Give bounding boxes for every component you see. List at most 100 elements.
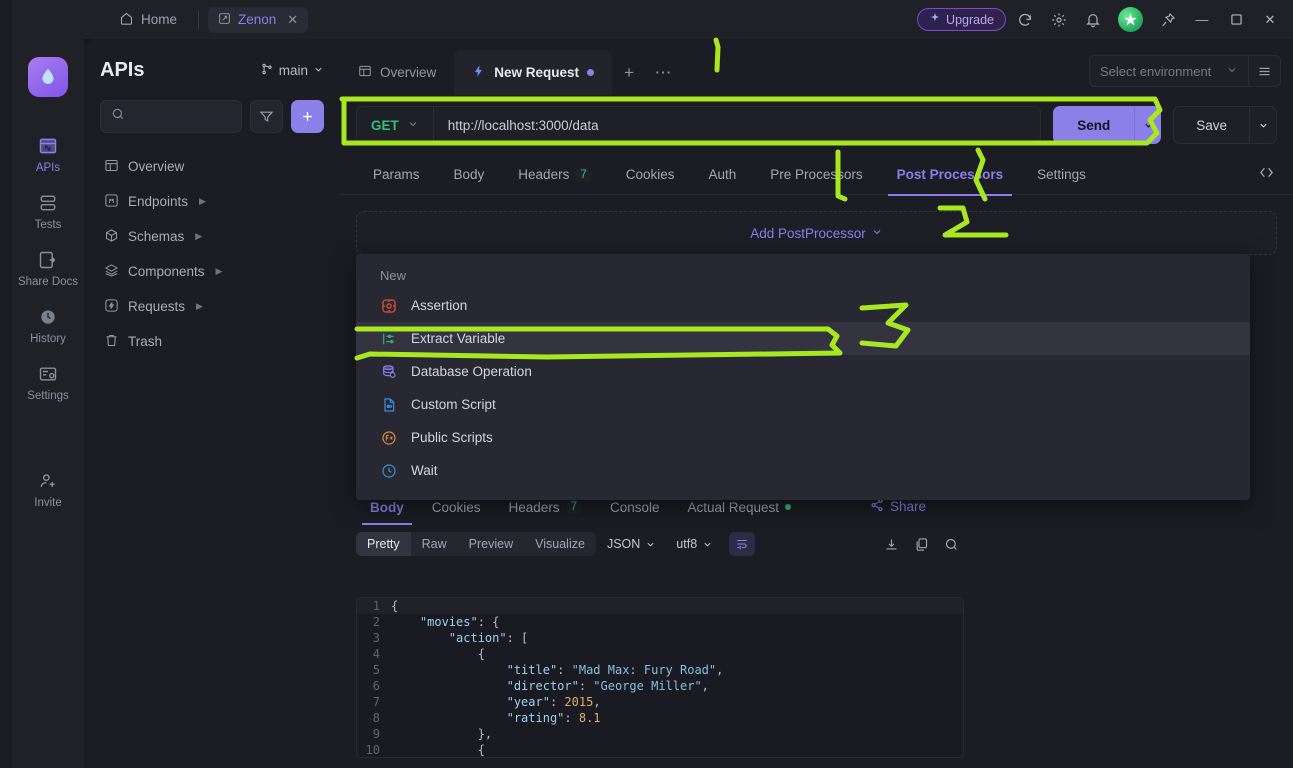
add-api-button[interactable] [291, 100, 324, 133]
window-minimize-button[interactable]: — [1187, 5, 1217, 35]
search-icon[interactable] [938, 531, 964, 557]
postprocessor-option-label: Database Operation [411, 364, 532, 379]
save-options-button[interactable] [1250, 106, 1277, 144]
layout-icon [358, 64, 372, 81]
explorer-item-requests[interactable]: Requests ▶ [100, 289, 324, 324]
title-bar-tabs: Home Zenon ✕ [107, 0, 309, 39]
format-mode-visualize[interactable]: Visualize [524, 532, 596, 556]
avatar[interactable] [1118, 7, 1143, 32]
explorer-item-trash[interactable]: Trash [100, 324, 324, 359]
word-wrap-button[interactable] [729, 532, 756, 556]
explorer-toolbar [100, 100, 324, 133]
line-number: 9 [372, 727, 380, 741]
response-tab-label: Body [370, 499, 404, 515]
code-icon[interactable] [1258, 164, 1275, 186]
title-bar: Home Zenon ✕ Upgrade — ✕ [12, 0, 1293, 39]
tab-overflow-button[interactable]: ⋯ [646, 50, 680, 95]
postprocessor-option-assertion[interactable]: Assertion [356, 289, 1250, 322]
rail-item-apis[interactable]: APIs [16, 127, 80, 184]
environment-menu-button[interactable] [1249, 55, 1281, 87]
encoding-label: utf8 [676, 537, 698, 551]
subtab-body[interactable]: Body [437, 155, 502, 195]
search-input[interactable] [133, 109, 231, 124]
pin-icon[interactable] [1153, 5, 1183, 35]
explorer-item-endpoints[interactable]: Endpoints ▶ [100, 184, 324, 219]
url-bar: GET http://localhost:3000/data Send Save [340, 95, 1293, 155]
external-link-icon [218, 12, 231, 28]
code-line: 1{ [357, 598, 963, 614]
save-button[interactable]: Save [1173, 106, 1250, 144]
branch-selector[interactable]: main [260, 62, 324, 79]
format-mode-pretty[interactable]: Pretty [356, 532, 411, 556]
encoding-select[interactable]: utf8 [667, 532, 722, 556]
page-title: APIs [100, 59, 145, 81]
response-tab-label: Actual Request [687, 499, 780, 515]
rail-item-share-docs[interactable]: Share Docs [16, 241, 80, 298]
upgrade-button[interactable]: Upgrade [917, 8, 1006, 31]
share-button[interactable]: Share [870, 498, 926, 515]
explorer-item-schemas[interactable]: Schemas ▶ [100, 219, 324, 254]
code-text: "title": "Mad Max: Fury Road", [506, 663, 724, 677]
code-text: "year": 2015, [506, 695, 601, 709]
postprocessor-option-public-scripts[interactable]: Public Scripts [356, 421, 1250, 454]
line-number: 8 [372, 711, 380, 725]
response-body-code[interactable]: 1{2 "movies": {3 "action": [4 {5 "title"… [356, 597, 964, 758]
line-number: 5 [372, 663, 380, 677]
line-number: 6 [372, 679, 380, 693]
subtab-settings[interactable]: Settings [1020, 155, 1103, 195]
url-input[interactable]: http://localhost:3000/data [434, 118, 1040, 133]
send-button[interactable]: Send [1053, 106, 1135, 144]
postprocessor-option-database-operation[interactable]: Database Operation [356, 355, 1250, 388]
environment-select[interactable]: Select environment [1089, 55, 1249, 87]
subtab-label: Auth [708, 167, 737, 182]
subtab-cookies[interactable]: Cookies [609, 155, 692, 195]
assertion-icon [380, 298, 397, 314]
explorer-item-components[interactable]: Components ▶ [100, 254, 324, 289]
rail-item-tests[interactable]: Tests [16, 184, 80, 241]
request-tab-overview[interactable]: Overview [340, 50, 454, 95]
refresh-icon[interactable] [1010, 5, 1040, 35]
method-selector[interactable]: GET [357, 107, 434, 143]
subtab-pre-processors[interactable]: Pre Processors [753, 155, 879, 195]
rail-item-settings[interactable]: Settings [16, 355, 80, 412]
rail-item-invite[interactable]: Invite [16, 462, 80, 519]
format-mode-group: Pretty Raw Preview Visualize [356, 532, 596, 556]
format-mode-raw[interactable]: Raw [411, 532, 458, 556]
send-options-button[interactable] [1134, 106, 1162, 144]
download-icon[interactable] [878, 531, 904, 557]
subtab-params[interactable]: Params [356, 155, 437, 195]
share-label: Share [890, 499, 927, 514]
add-postprocessor-button[interactable]: Add PostProcessor [750, 226, 883, 241]
rail-item-history[interactable]: History [16, 298, 80, 355]
explorer-item-overview[interactable]: Overview [100, 149, 324, 184]
chevron-down-icon [1226, 64, 1238, 79]
copy-icon[interactable] [908, 531, 934, 557]
line-number: 4 [372, 647, 380, 661]
document-tab-zenon[interactable]: Zenon ✕ [208, 6, 309, 33]
close-icon[interactable]: ✕ [287, 12, 298, 28]
postprocessor-option-wait[interactable]: Wait [356, 454, 1250, 487]
app-logo[interactable] [28, 57, 68, 97]
postprocessor-option-extract-variable[interactable]: Extract Variable [356, 322, 1250, 355]
request-tabstrip: Overview New Request + ⋯ Select environm… [340, 39, 1293, 95]
content-type-select[interactable]: JSON [598, 532, 665, 556]
subtab-label: Params [373, 167, 420, 182]
chevron-right-icon: ▶ [215, 266, 223, 276]
postprocessor-option-custom-script[interactable]: Custom Script [356, 388, 1250, 421]
search-box[interactable] [100, 100, 242, 133]
window-close-button[interactable]: ✕ [1255, 5, 1285, 35]
gear-icon[interactable] [1044, 5, 1074, 35]
code-text: "director": "George Miller", [506, 679, 709, 693]
bell-icon[interactable] [1078, 5, 1108, 35]
format-mode-preview[interactable]: Preview [458, 532, 524, 556]
subtab-post-processors[interactable]: Post Processors [880, 155, 1021, 196]
subtab-headers[interactable]: Headers 7 [501, 155, 608, 195]
request-tab-new-request[interactable]: New Request [454, 50, 613, 95]
schemas-icon [104, 228, 119, 246]
filter-button[interactable] [250, 100, 283, 133]
home-tab[interactable]: Home [107, 6, 189, 34]
add-tab-button[interactable]: + [612, 50, 646, 95]
subtab-auth[interactable]: Auth [692, 155, 754, 195]
explorer-item-label: Endpoints [128, 194, 189, 209]
window-maximize-button[interactable] [1221, 5, 1251, 35]
